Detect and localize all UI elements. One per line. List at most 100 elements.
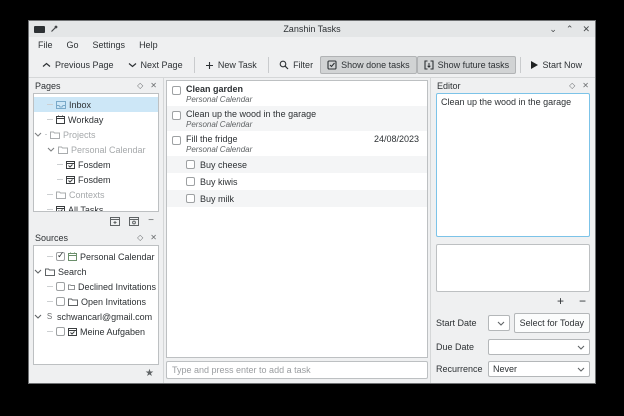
task-title: Clean up the wood in the garage <box>186 109 316 119</box>
start-now-button[interactable]: Start Now <box>524 56 589 74</box>
add-project-icon[interactable] <box>110 216 120 226</box>
close-dock-icon[interactable]: ✕ <box>150 82 157 90</box>
task-checkbox[interactable] <box>172 86 181 95</box>
editor-dock-title: Editor <box>437 81 461 91</box>
sidebar-item-label: Inbox <box>69 100 91 110</box>
sidebar-item-all-tasks[interactable]: All Tasks <box>34 202 158 212</box>
pages-dock: Pages ◇ ✕ Inbox Workday <box>29 78 163 230</box>
calendar-icon <box>56 115 65 124</box>
sidebar-item-contexts[interactable]: Contexts <box>34 187 158 202</box>
source-item-label: Search <box>58 267 87 277</box>
task-checkbox[interactable] <box>172 111 181 120</box>
expander-icon[interactable] <box>34 269 42 274</box>
menu-file[interactable]: File <box>38 40 53 50</box>
source-checkbox[interactable] <box>56 297 65 306</box>
sidebar-item-fosdem-1[interactable]: Fosdem <box>34 157 158 172</box>
source-item-personal-calendar[interactable]: Personal Calendar <box>34 249 158 264</box>
source-item-label: schwancarl@gmail.com <box>57 312 152 322</box>
sources-dock-title: Sources <box>35 233 68 243</box>
float-dock-icon[interactable]: ◇ <box>137 82 143 90</box>
add-context-icon[interactable] <box>129 216 139 226</box>
menu-help[interactable]: Help <box>139 40 158 50</box>
source-checkbox[interactable] <box>56 252 65 261</box>
sources-tree: Personal Calendar Search Declined Invita… <box>33 245 159 365</box>
task-checkbox[interactable] <box>186 160 195 169</box>
task-title: Buy kiwis <box>200 177 238 187</box>
calendar-icon <box>68 252 77 261</box>
sidebar-item-projects[interactable]: Projects <box>34 127 158 142</box>
sidebar-item-workday[interactable]: Workday <box>34 112 158 127</box>
subtask-row[interactable]: Buy milk <box>167 190 427 207</box>
source-item-open-invitations[interactable]: Open Invitations <box>34 294 158 309</box>
close-dock-icon[interactable]: ✕ <box>150 234 157 242</box>
next-page-button[interactable]: Next Page <box>121 56 190 74</box>
task-list-panel: Clean garden Personal Calendar Clean up … <box>164 78 431 383</box>
new-task-button[interactable]: New Task <box>198 56 264 74</box>
source-item-declined-invitations[interactable]: Declined Invitations <box>34 279 158 294</box>
recurrence-combobox[interactable]: Never <box>488 361 590 377</box>
subtask-row[interactable]: Buy kiwis <box>167 173 427 190</box>
sidebar-item-personal-calendar[interactable]: Personal Calendar <box>34 142 158 157</box>
sidebar-item-label: Fosdem <box>78 175 111 185</box>
task-source: Personal Calendar <box>186 145 422 154</box>
attachment-list[interactable] <box>436 244 590 292</box>
remove-attachment-icon[interactable]: − <box>579 296 586 307</box>
maximize-icon[interactable]: ⌃ <box>566 25 574 34</box>
show-done-tasks-toggle[interactable]: Show done tasks <box>320 56 417 74</box>
folder-icon <box>68 298 78 306</box>
menu-settings[interactable]: Settings <box>93 40 126 50</box>
subtask-row[interactable]: Buy cheese <box>167 156 427 173</box>
previous-page-button[interactable]: Previous Page <box>35 56 121 74</box>
add-attachment-icon[interactable]: + <box>557 296 564 307</box>
play-icon <box>531 61 538 69</box>
start-date-combobox[interactable] <box>488 315 510 331</box>
task-checkbox[interactable] <box>172 136 181 145</box>
app-window: Zanshin Tasks ⌄ ⌃ ✕ File Go Settings Hel… <box>28 20 596 384</box>
select-for-today-button[interactable]: Select for Today <box>514 313 590 333</box>
close-icon[interactable]: ✕ <box>582 25 590 34</box>
source-checkbox[interactable] <box>56 327 65 336</box>
future-tasks-icon <box>424 60 434 70</box>
source-item-meine-aufgaben[interactable]: Meine Aufgaben <box>34 324 158 339</box>
close-dock-icon[interactable]: ✕ <box>582 82 589 90</box>
source-checkbox[interactable] <box>56 282 65 291</box>
plus-icon <box>205 61 214 70</box>
remove-page-icon[interactable]: − <box>148 216 154 226</box>
expander-icon[interactable] <box>34 132 42 137</box>
task-description-editor[interactable]: Clean up the wood in the garage <box>436 93 590 237</box>
sidebar-item-fosdem-2[interactable]: Fosdem <box>34 172 158 187</box>
float-dock-icon[interactable]: ◇ <box>569 82 575 90</box>
task-row[interactable]: Clean up the wood in the garage Personal… <box>167 106 427 131</box>
task-row[interactable]: Fill the fridge 24/08/2023 Personal Cale… <box>167 131 427 156</box>
source-item-gmail-account[interactable]: S schwancarl@gmail.com <box>34 309 158 324</box>
filter-button[interactable]: Filter <box>272 56 320 74</box>
expander-icon[interactable] <box>47 147 55 152</box>
add-task-input[interactable] <box>166 361 428 379</box>
minimize-icon[interactable]: ⌄ <box>549 25 557 34</box>
sidebar-item-label: Workday <box>68 115 103 125</box>
default-source-star-icon[interactable]: ★ <box>145 369 154 379</box>
sidebar-item-inbox[interactable]: Inbox <box>34 97 158 112</box>
task-checkbox[interactable] <box>186 194 195 203</box>
sidebar-item-label: Fosdem <box>78 160 111 170</box>
source-item-search[interactable]: Search <box>34 264 158 279</box>
source-item-label: Open Invitations <box>81 297 146 307</box>
start-date-label: Start Date <box>436 318 484 328</box>
expander-icon[interactable] <box>34 314 42 319</box>
float-dock-icon[interactable]: ◇ <box>137 234 143 242</box>
select-for-today-label: Select for Today <box>520 318 584 328</box>
due-date-combobox[interactable] <box>488 339 590 355</box>
chevron-up-icon <box>42 62 51 68</box>
pages-tree: Inbox Workday Projects <box>33 93 159 212</box>
task-row[interactable]: Clean garden Personal Calendar <box>167 81 427 106</box>
task-checkbox[interactable] <box>186 177 195 186</box>
due-date-label: Due Date <box>436 342 484 352</box>
menubar: File Go Settings Help <box>29 37 595 53</box>
task-title: Clean garden <box>186 84 243 94</box>
menu-go[interactable]: Go <box>67 40 79 50</box>
task-list: Clean garden Personal Calendar Clean up … <box>166 80 428 358</box>
folder-icon <box>68 283 75 291</box>
account-icon: S <box>45 312 54 321</box>
show-done-tasks-label: Show done tasks <box>341 60 410 70</box>
show-future-tasks-toggle[interactable]: Show future tasks <box>417 56 517 74</box>
